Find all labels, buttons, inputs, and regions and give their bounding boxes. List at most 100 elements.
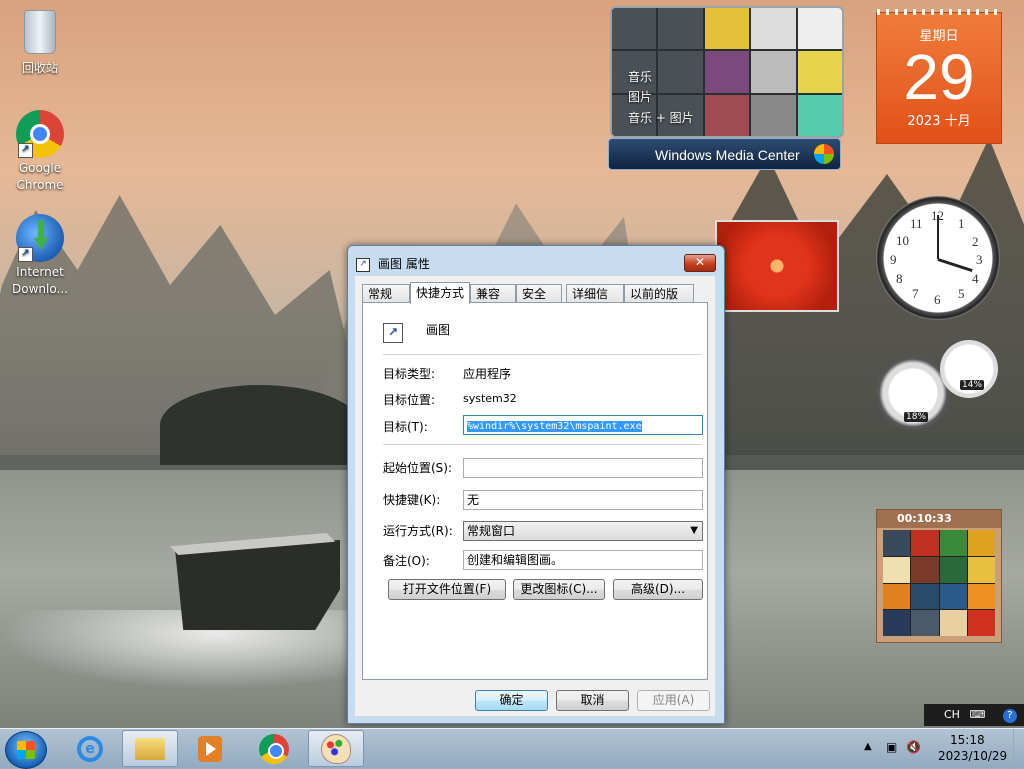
properties-dialog[interactable]: ↗ 画图 属性 ✕ 常规 快捷方式 兼容性 安全 详细信息 以前的版本 ↗ 画图…	[347, 245, 725, 724]
start-button[interactable]	[5, 731, 47, 769]
language-bar[interactable]: CH ⌨ ?	[924, 704, 1024, 726]
clock-number: 11	[910, 216, 923, 231]
cpu-value: 18%	[904, 412, 929, 422]
target-type-label: 目标类型:	[383, 367, 436, 381]
run-label: 运行方式(R):	[383, 524, 453, 538]
chrome-icon	[259, 733, 289, 764]
show-hidden-icons-chevron-icon[interactable]: ▲	[864, 741, 872, 752]
tab-compatibility[interactable]: 兼容性	[470, 284, 516, 319]
taskbar: e ▲ ▣ 🔇 15:18 2023/10/29	[0, 728, 1024, 769]
shortcut-panel: ↗ 画图 目标类型: 应用程序 目标位置: system32 目标(T): %w…	[362, 302, 708, 680]
calendar-year-month: 2023 十月	[907, 114, 971, 129]
slideshow-gadget[interactable]	[715, 220, 839, 312]
media-player-icon	[198, 735, 222, 762]
dialog-client: 常规 快捷方式 兼容性 安全 详细信息 以前的版本 ↗ 画图 目标类型: 应用程…	[355, 276, 715, 716]
comment-input[interactable]: 创建和编辑图画。	[463, 550, 703, 570]
clock-number: 4	[972, 271, 979, 286]
tab-security[interactable]: 安全	[516, 284, 562, 302]
puzzle-timer: 00:10:33	[877, 510, 1001, 528]
cancel-button[interactable]: 取消	[556, 690, 629, 711]
desktop-icon-recycle-bin[interactable]: 回收站	[2, 8, 78, 77]
run-select[interactable]: 常规窗口 ▼	[463, 521, 703, 541]
paint-icon	[321, 733, 351, 764]
close-button[interactable]: ✕	[684, 254, 716, 272]
chrome-icon: ↗	[16, 110, 64, 158]
comment-label: 备注(O):	[383, 554, 430, 568]
target-location-value: system32	[463, 392, 517, 405]
media-center-bar[interactable]: Windows Media Center	[608, 138, 841, 170]
clock-date[interactable]: 2023/10/29	[938, 749, 1007, 763]
clock-number: 9	[890, 252, 897, 267]
tab-shortcut[interactable]: 快捷方式	[410, 282, 470, 304]
start-in-label: 起始位置(S):	[383, 461, 453, 475]
calendar-gadget[interactable]: 星期日 29 2023 十月	[876, 9, 1002, 144]
wallpaper-trees	[160, 385, 360, 465]
taskbar-paint[interactable]	[308, 730, 364, 767]
wallpaper-boat	[175, 540, 340, 630]
network-icon[interactable]: ▣	[886, 740, 897, 754]
clock-gadget[interactable]: 12 1 2 3 4 5 6 7 8 9 10 11	[876, 196, 1000, 320]
advanced-button[interactable]: 高级(D)...	[613, 579, 703, 600]
taskbar-chrome[interactable]	[246, 730, 302, 767]
internet-explorer-icon: e	[77, 735, 103, 762]
help-icon[interactable]: ?	[1002, 709, 1017, 723]
clock-number: 8	[896, 271, 903, 286]
media-item-pictures[interactable]: 图片	[628, 88, 652, 105]
apply-button[interactable]: 应用(A)	[637, 690, 710, 711]
taskbar-media-player[interactable]	[182, 730, 238, 767]
tab-general[interactable]: 常规	[362, 284, 410, 302]
desktop-icon-label: Internet Downlo...	[12, 265, 68, 296]
dialog-titlebar[interactable]: ↗ 画图 属性 ✕	[348, 246, 724, 276]
system-tray: ▲ ▣ 🔇 15:18 2023/10/29	[854, 729, 1024, 769]
desktop-icon-chrome[interactable]: ↗ Google Chrome	[2, 110, 78, 194]
paint-shortcut-icon: ↗	[383, 323, 403, 343]
start-in-input[interactable]	[463, 458, 703, 478]
volume-muted-icon[interactable]: 🔇	[906, 740, 921, 754]
clock-hour-hand	[937, 258, 973, 273]
memory-meter-gadget[interactable]: 14%	[940, 340, 998, 398]
ok-button[interactable]: 确定	[475, 690, 548, 711]
chevron-down-icon: ▼	[690, 525, 698, 536]
desktop-icon-label: 回收站	[21, 61, 58, 75]
media-center-gadget[interactable]: 音乐 图片 音乐 + 图片	[610, 6, 844, 138]
hotkey-label: 快捷键(K):	[383, 493, 441, 507]
shortcut-name: 画图	[426, 323, 451, 337]
hotkey-input[interactable]: 无	[463, 490, 703, 510]
clock-number: 6	[934, 292, 941, 307]
clock-number: 3	[976, 252, 983, 267]
memory-value: 14%	[960, 380, 985, 390]
internet-download-manager-icon: ↗	[16, 214, 64, 262]
run-value: 常规窗口	[467, 524, 516, 538]
tab-details[interactable]: 详细信息	[566, 284, 624, 319]
clock-time[interactable]: 15:18	[950, 733, 985, 747]
puzzle-grid[interactable]	[883, 530, 995, 636]
clock-number: 10	[896, 233, 909, 248]
shortcut-icon: ↗	[356, 258, 370, 272]
clock-number: 5	[958, 286, 965, 301]
windows-logo-icon	[17, 741, 35, 759]
file-explorer-icon	[135, 737, 165, 760]
tab-previous-versions[interactable]: 以前的版本	[624, 284, 694, 319]
change-icon-button[interactable]: 更改图标(C)...	[513, 579, 605, 600]
target-location-label: 目标位置:	[383, 393, 436, 407]
clock-number: 2	[972, 234, 979, 249]
target-input[interactable]: %windir%\system32\mspaint.exe	[463, 415, 703, 435]
clock-number: 7	[912, 286, 919, 301]
separator	[383, 444, 701, 446]
calendar-day: 29	[903, 41, 975, 113]
picture-puzzle-gadget[interactable]: 00:10:33	[876, 509, 1002, 643]
taskbar-explorer[interactable]	[122, 730, 178, 767]
open-file-location-button[interactable]: 打开文件位置(F)	[388, 579, 506, 600]
separator	[383, 354, 701, 356]
cpu-meter-gadget[interactable]: 18%	[876, 356, 950, 430]
clock-minute-hand	[937, 215, 939, 259]
taskbar-ie[interactable]: e	[62, 730, 118, 767]
media-item-music[interactable]: 音乐	[628, 68, 652, 85]
media-item-music-pictures[interactable]: 音乐 + 图片	[628, 109, 694, 126]
dialog-title: 画图 属性	[378, 257, 430, 271]
desktop-icon-idm[interactable]: ↗ Internet Downlo...	[2, 214, 78, 298]
keyboard-icon[interactable]: ⌨	[969, 708, 985, 721]
target-value: %windir%\system32\mspaint.exe	[467, 421, 642, 432]
show-desktop-button[interactable]	[1013, 729, 1024, 769]
language-indicator[interactable]: CH	[944, 708, 960, 721]
